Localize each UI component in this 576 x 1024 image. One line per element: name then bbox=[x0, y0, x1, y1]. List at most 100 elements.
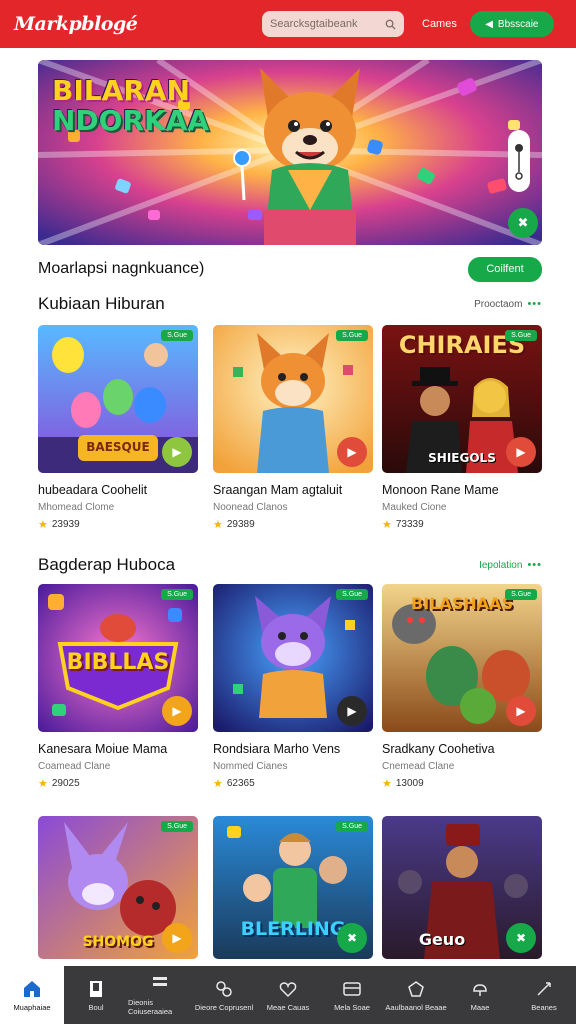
more-dots-icon: ••• bbox=[527, 298, 542, 310]
play-button[interactable]: ▶ bbox=[506, 437, 536, 467]
game-name: Monoon Rane Mame bbox=[382, 483, 499, 497]
nav-label: Beanes bbox=[531, 1002, 557, 1012]
game-thumbnail[interactable]: S.Gue ▶ bbox=[213, 584, 373, 732]
hero-title: BILARAN NDORKAA bbox=[52, 76, 209, 136]
hero-banner[interactable]: BILARAN NDORKAA ✖ bbox=[38, 60, 542, 245]
play-button[interactable]: ▶ bbox=[337, 696, 367, 726]
top-bar: Markpblogé Searcksgtaibeank Cames ◀ Bbss… bbox=[0, 0, 576, 48]
close-button[interactable]: ✖ bbox=[337, 923, 367, 953]
promo-button[interactable]: Coilfent bbox=[468, 256, 542, 282]
bottom-navigation: Muaphaiae Boul Dieonis Coiuseraaiea Dieo… bbox=[0, 966, 576, 1024]
play-button[interactable]: ▶ bbox=[162, 923, 192, 953]
nav-item-play[interactable]: Maae bbox=[448, 966, 512, 1024]
game-thumbnail[interactable]: BAESQUE S.Gue ▶ bbox=[38, 325, 198, 473]
subscribe-icon: ◀ bbox=[485, 18, 493, 30]
section-more-link[interactable]: Prooctaom ••• bbox=[474, 298, 542, 310]
game-card[interactable]: Geuo ✖ bbox=[382, 816, 542, 959]
section-header-1: Kubiaan Hiburan Prooctaom ••• bbox=[38, 294, 542, 314]
games-link[interactable]: Cames bbox=[422, 18, 457, 30]
game-thumbnail[interactable]: BLERLING S.Gue ✖ bbox=[213, 816, 373, 959]
status-badge: S.Gue bbox=[336, 589, 368, 600]
rating-value: 13009 bbox=[395, 778, 424, 789]
game-card[interactable]: BAESQUE S.Gue ▶ hubeadara Coohelit Mhome… bbox=[38, 325, 198, 531]
game-thumbnail[interactable]: CHIRAIES SHIEGOLS S.Gue ▶ bbox=[382, 325, 542, 473]
game-card[interactable]: S.Gue ▶ Sraangan Mam agtaluit Noonead Cl… bbox=[213, 325, 373, 531]
game-thumbnail[interactable]: SHOMOG S.Gue ▶ bbox=[38, 816, 198, 959]
search-placeholder: Searcksgtaibeank bbox=[270, 18, 358, 30]
play-button[interactable]: ▶ bbox=[162, 696, 192, 726]
status-badge: S.Gue bbox=[161, 589, 193, 600]
play-icon: ▶ bbox=[172, 931, 182, 945]
more-dots-icon: ••• bbox=[527, 559, 542, 571]
nav-item-book[interactable]: Boul bbox=[64, 966, 128, 1024]
nav-label: Boul bbox=[88, 1002, 104, 1012]
subscribe-button[interactable]: ◀ Bbsscaie bbox=[469, 11, 554, 37]
game-name: Sradkany Coohetiva bbox=[382, 742, 495, 756]
shuffle-button[interactable]: ✖ bbox=[508, 208, 538, 238]
nav-item-explore[interactable]: Dieore Coprusenl bbox=[192, 966, 256, 1024]
thumb-title: Geuo bbox=[418, 930, 466, 949]
grid-icon bbox=[153, 977, 167, 986]
star-icon: ★ bbox=[382, 778, 392, 790]
search-input[interactable]: Searcksgtaibeank bbox=[262, 11, 404, 37]
nav-label: Maae bbox=[470, 1002, 490, 1012]
promo-text: Moarlapsi nagnkuance) bbox=[38, 260, 205, 277]
rating-value: 62365 bbox=[226, 778, 255, 789]
game-card[interactable]: BLERLING S.Gue ✖ bbox=[213, 816, 373, 959]
section-title: Kubiaan Hiburan bbox=[38, 294, 165, 313]
rating-value: 29389 bbox=[226, 519, 255, 530]
star-icon: ★ bbox=[213, 519, 223, 531]
nav-label: Meae Cauas bbox=[266, 1002, 310, 1012]
game-name: Rondsiara Marho Vens bbox=[213, 742, 341, 756]
nav-label: Mela Soae bbox=[334, 1002, 370, 1012]
game-rating: ★ 62365 bbox=[213, 777, 373, 790]
game-card[interactable]: S.Gue ▶ Rondsiara Marho Vens Nommed Cian… bbox=[213, 584, 373, 790]
game-category: Cnemead Clane bbox=[382, 761, 455, 772]
nav-item-achievements[interactable]: Aaulbaanol Beaae bbox=[384, 966, 448, 1024]
close-icon: ✖ bbox=[346, 931, 358, 945]
nav-item-profile[interactable]: Beanes bbox=[512, 966, 576, 1024]
game-thumbnail[interactable]: S.Gue ▶ bbox=[213, 325, 373, 473]
play-button[interactable]: ▶ bbox=[162, 437, 192, 467]
nav-item-home[interactable]: Muaphaiae bbox=[0, 966, 64, 1024]
promo-row: Moarlapsi nagnkuance) Coilfent bbox=[38, 255, 542, 283]
nav-label: Aaulbaanol Beaae bbox=[385, 1002, 447, 1012]
status-badge: S.Gue bbox=[505, 589, 537, 600]
star-icon: ★ bbox=[213, 778, 223, 790]
nav-item-discover[interactable]: Dieonis Coiuseraaiea bbox=[128, 966, 192, 1024]
game-thumbnail[interactable]: Geuo ✖ bbox=[382, 816, 542, 959]
play-button[interactable]: ▶ bbox=[506, 696, 536, 726]
game-rating: ★ 23939 bbox=[38, 518, 198, 531]
game-card[interactable]: CHIRAIES SHIEGOLS S.Gue ▶ Monoon Rane Ma… bbox=[382, 325, 542, 531]
game-card[interactable]: BILASHAAS S.Gue ▶ Sradkany Coohetiva Cne… bbox=[382, 584, 542, 790]
game-category: Mhomead Clome bbox=[38, 502, 115, 513]
game-name: Sraangan Mam agtaluit bbox=[213, 483, 343, 497]
status-badge: S.Gue bbox=[336, 821, 368, 832]
game-category: Nommed Cianes bbox=[213, 761, 288, 772]
close-button[interactable]: ✖ bbox=[506, 923, 536, 953]
game-card[interactable]: SHOMOG S.Gue ▶ bbox=[38, 816, 198, 959]
bookmark-icon bbox=[90, 980, 102, 997]
play-icon: ▶ bbox=[172, 445, 182, 459]
game-card[interactable]: BIBLLAS S.Gue ▶ Kanesara Moiue Mama Coam… bbox=[38, 584, 198, 790]
app-logo[interactable]: Markpblogé bbox=[14, 13, 224, 35]
carousel-dots-icon bbox=[515, 144, 523, 180]
nav-label: Dieonis Coiuseraaiea bbox=[128, 998, 173, 1016]
game-rating: ★ 73339 bbox=[382, 518, 542, 531]
play-icon: ▶ bbox=[172, 704, 182, 718]
carousel-indicator[interactable] bbox=[508, 130, 530, 192]
star-icon: ★ bbox=[382, 519, 392, 531]
nav-item-store[interactable]: Mela Soae bbox=[320, 966, 384, 1024]
section-header-2: Bagderap Huboca Iepolation ••• bbox=[38, 555, 542, 575]
nav-item-favorites[interactable]: Meae Cauas bbox=[256, 966, 320, 1024]
thumb-title: BIBLLAS bbox=[66, 650, 170, 675]
play-icon: ▶ bbox=[347, 704, 357, 718]
game-rating: ★ 13009 bbox=[382, 777, 542, 790]
section-title: Bagderap Huboca bbox=[38, 555, 176, 574]
play-icon: ▶ bbox=[516, 445, 526, 459]
section-more-link[interactable]: Iepolation ••• bbox=[479, 559, 542, 571]
rating-value: 29025 bbox=[51, 778, 80, 789]
game-thumbnail[interactable]: BIBLLAS S.Gue ▶ bbox=[38, 584, 198, 732]
game-thumbnail[interactable]: BILASHAAS S.Gue ▶ bbox=[382, 584, 542, 732]
play-button[interactable]: ▶ bbox=[337, 437, 367, 467]
